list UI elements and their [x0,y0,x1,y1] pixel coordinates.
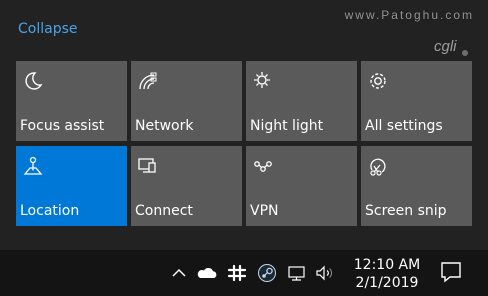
network-signal-icon [139,72,157,90]
gear-icon [370,73,386,89]
tile-screen-snip[interactable]: Screen snip [361,146,472,226]
tile-label: All settings [365,118,443,134]
tile-all-settings[interactable]: All settings [361,61,472,141]
collapse-link[interactable]: Collapse [18,21,78,37]
watermark-logo: cgli [434,38,468,56]
slack-icon[interactable] [226,263,248,283]
clock-date: 2/1/2019 [355,275,419,291]
chevron-up-icon[interactable] [168,263,190,283]
tile-network[interactable]: Network [131,61,242,141]
watermark-text: www.Patoghu.com [344,8,474,22]
vpn-icon [254,161,272,172]
onedrive-icon[interactable] [196,263,218,283]
tile-label: Night light [250,118,324,134]
tile-label: Connect [135,203,193,219]
network-icon[interactable] [286,263,308,283]
taskbar-clock[interactable]: 12:10 AM 2/1/2019 [350,256,424,292]
tile-label: VPN [250,203,279,219]
tile-connect[interactable]: Connect [131,146,242,226]
tile-label: Focus assist [20,118,105,134]
clock-time: 12:10 AM [353,257,421,273]
tile-label: Screen snip [365,203,447,219]
moon-icon [25,72,43,90]
taskbar: 12:10 AM 2/1/2019 [0,250,488,296]
screen-snip-icon [370,158,386,176]
action-center-panel: Collapse www.Patoghu.com cgli Focus assi… [0,0,488,250]
tile-label: Network [135,118,194,134]
tile-vpn[interactable]: VPN [246,146,357,226]
svg-text:cgli: cgli [434,38,457,55]
sun-icon [254,72,270,88]
tile-location[interactable]: Location [16,146,127,226]
tile-label: Location [20,203,80,219]
connect-icon [138,158,156,173]
notification-icon[interactable] [440,260,462,284]
location-icon [23,156,43,175]
volume-icon[interactable] [314,263,336,283]
steam-icon[interactable] [256,263,278,283]
tile-night-light[interactable]: Night light [246,61,357,141]
tile-focus-assist[interactable]: Focus assist [16,61,127,141]
